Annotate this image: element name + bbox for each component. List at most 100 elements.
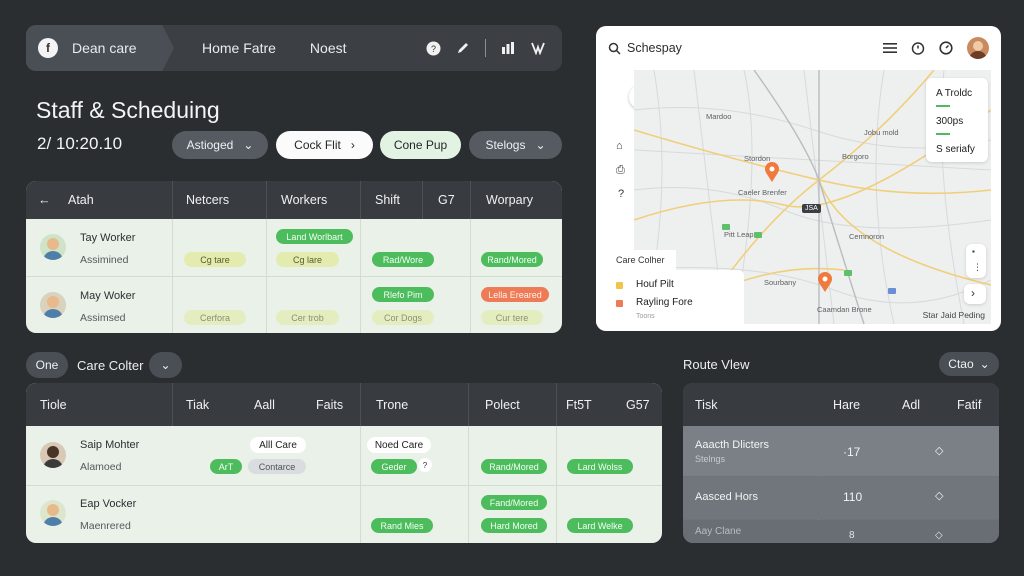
route-row[interactable]: Aay Clane 8 ◇ [683, 520, 999, 543]
layers-icon[interactable]: ▪ [972, 247, 975, 256]
map-panel: Schespay + ◎ ⌂ ⎙ ? [596, 26, 1001, 331]
help-icon[interactable]: ? [418, 458, 432, 472]
column-header[interactable]: Atah [68, 193, 94, 207]
green-poi-marker[interactable] [722, 224, 730, 230]
column-header[interactable]: Polect [485, 398, 520, 412]
column-header[interactable]: Hare [833, 398, 860, 412]
status-filter-dropdown[interactable]: Stelogs ⌄ [469, 131, 562, 159]
column-header[interactable]: Shift [375, 193, 400, 207]
breadcrumb-home[interactable]: f Dean care [26, 25, 174, 71]
assigned-filter-dropdown[interactable]: Astioged ⌄ [172, 131, 268, 159]
clock-filter-button[interactable]: Cock Flit › [276, 131, 373, 159]
help-icon[interactable]: ? [618, 188, 624, 200]
legend-swatch [616, 300, 623, 307]
table-row[interactable]: May Woker Assimsed Cerfora Rlefo Pim Cer… [26, 276, 562, 333]
diamond-icon[interactable]: ◇ [935, 530, 943, 541]
bar-chart-icon[interactable] [500, 40, 516, 56]
column-header[interactable]: G57 [626, 398, 650, 412]
map-search-label[interactable]: Schespay [627, 41, 682, 55]
route-view-title: Route Vlew [683, 357, 750, 372]
staff-table: ← Atah Netcers Workers Shift G7 Worpary … [26, 181, 562, 333]
app-logo-icon: f [38, 38, 58, 58]
breadcrumb-item-1[interactable]: Dean care [72, 40, 137, 56]
status-badge: Rlefo Pim [372, 287, 434, 302]
avatar [40, 292, 66, 318]
column-header[interactable]: Trone [376, 398, 408, 412]
staff-status: Maenrered [80, 520, 131, 532]
menu-icon[interactable] [883, 42, 897, 54]
status-badge: Noed Care [367, 437, 431, 453]
blue-poi-marker[interactable] [888, 288, 896, 294]
route-sub: Stelngs [695, 454, 726, 464]
column-header[interactable]: Fatif [957, 398, 981, 412]
diamond-icon[interactable]: ◇ [935, 489, 943, 502]
green-poi-marker[interactable] [844, 270, 852, 276]
column-header[interactable]: Tiole [40, 398, 67, 412]
status-badge: Rand/Mored [481, 459, 547, 474]
legend-entry: Houf Pilt [636, 279, 674, 290]
staff-table-header: ← Atah Netcers Workers Shift G7 Worpary [26, 181, 562, 219]
column-header[interactable]: Worpary [486, 193, 533, 207]
column-divider [470, 181, 471, 219]
map-pin-icon[interactable] [817, 272, 833, 292]
column-divider [360, 181, 361, 219]
map-header: Schespay [596, 26, 1001, 70]
table-row[interactable]: Eap Vocker Maenrered Fand/Mored Rand Mie… [26, 485, 662, 543]
column-header[interactable]: Tisk [695, 398, 717, 412]
info-icon[interactable]: ? [425, 40, 441, 56]
back-arrow-icon[interactable]: ← [38, 193, 51, 207]
table-row[interactable]: Saip Mohter Alamoed Alll Care ArT Contar… [26, 426, 662, 485]
column-header[interactable]: G7 [438, 193, 455, 207]
timer-icon[interactable] [911, 41, 925, 55]
diamond-icon[interactable]: ◇ [935, 444, 943, 457]
column-header[interactable]: Netcers [186, 193, 229, 207]
more-icon[interactable]: ⋮ [973, 262, 982, 273]
status-badge: Cur tere [481, 310, 543, 325]
map-next-button[interactable]: › [964, 284, 986, 304]
route-row[interactable]: Aasced Hors 110 ◇ [683, 477, 999, 519]
map-pin-icon[interactable] [764, 162, 780, 182]
clock-icon[interactable] [939, 41, 953, 55]
schedule-table-header: Tiole Tiak Aall Faits Trone Polect Ft5T … [26, 383, 662, 426]
cone-pup-filter-button[interactable]: Cone Pup [380, 131, 461, 159]
status-badge: Geder [371, 459, 417, 474]
chip-label: One [35, 358, 59, 372]
status-badge: ArT [210, 459, 242, 474]
user-avatar[interactable] [967, 37, 989, 59]
chevron-down-icon: ⌄ [979, 357, 990, 371]
avatar [40, 442, 66, 468]
column-header[interactable]: Ft5T [566, 398, 592, 412]
filter-label: Cock Flit [294, 138, 341, 152]
status-badge: Cor Dogs [372, 310, 434, 325]
toolbar-divider [485, 39, 486, 57]
legend-swatch [936, 133, 950, 135]
dropdown-label: Ctao [948, 357, 974, 371]
column-divider [172, 181, 173, 219]
route-badge: JSA [802, 204, 821, 213]
edit-icon[interactable] [455, 40, 471, 56]
column-header[interactable]: Adl [902, 398, 920, 412]
column-header[interactable]: Aall [254, 398, 275, 412]
legend-entry: S seriafy [936, 144, 975, 155]
column-header[interactable]: Faits [316, 398, 343, 412]
print-icon[interactable]: ⎙ [616, 164, 625, 177]
chevron-right-icon: › [971, 286, 975, 300]
route-dropdown-content: Ctao ⌄ [948, 357, 989, 371]
breadcrumb-item-2[interactable]: Home Fatre [202, 40, 276, 56]
breadcrumb-item-3[interactable]: Noest [310, 40, 347, 56]
route-dropdown[interactable]: Ctao ⌄ [939, 352, 999, 376]
column-header[interactable]: Workers [281, 193, 327, 207]
status-badge: Cerfora [184, 310, 246, 325]
route-row[interactable]: Aaacth Dlicters Stelngs ·17 ◇ [683, 426, 999, 476]
column-header[interactable]: Tiak [186, 398, 209, 412]
care-filter-dropdown[interactable]: ⌄ [149, 352, 182, 378]
green-poi-marker[interactable] [754, 232, 762, 238]
staff-name: May Woker [80, 290, 136, 302]
one-chip[interactable]: One [26, 352, 68, 378]
filter-icon[interactable] [530, 40, 546, 56]
status-badge: Cg tare [184, 252, 246, 267]
map-place-label: Sourbany [764, 278, 797, 287]
table-row[interactable]: Tay Worker Assimined Cg tare Land Worlba… [26, 219, 562, 276]
column-divider [422, 181, 423, 219]
home-icon[interactable]: ⌂ [616, 140, 623, 152]
